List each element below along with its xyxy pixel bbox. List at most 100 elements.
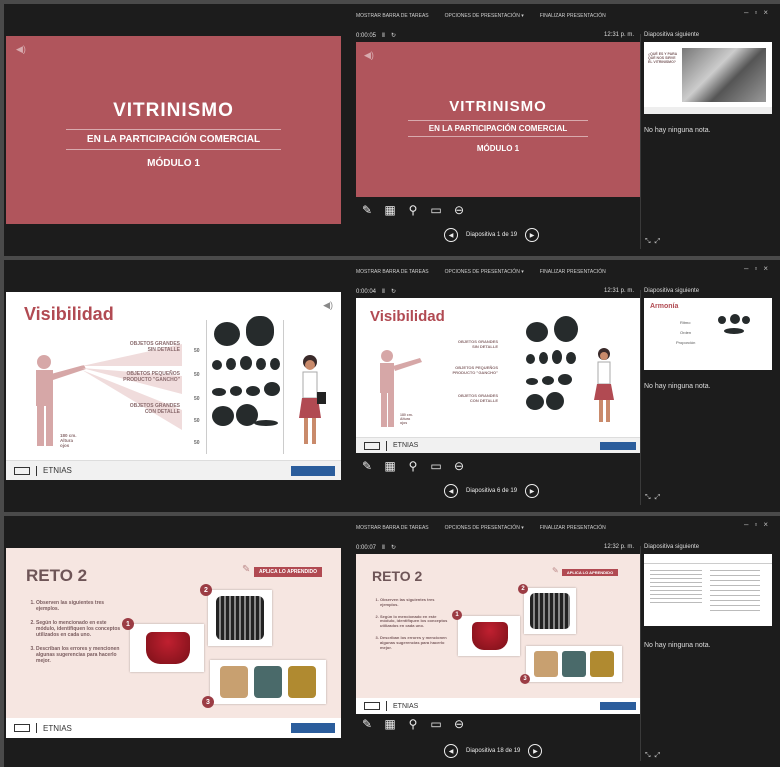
pause-icon[interactable]: Ⅱ — [382, 32, 385, 39]
footer-label: ETNIAS — [393, 442, 419, 449]
end-show-button[interactable]: Finalizar presentación — [540, 269, 606, 275]
grid-icon[interactable]: ▦ — [383, 459, 397, 473]
next-item-1: Ritmo — [680, 320, 691, 325]
options-button[interactable]: Opciones de presentación ▾ — [445, 13, 524, 19]
top-menu: Mostrar barra de tareas Opciones de pres… — [356, 264, 780, 280]
divider — [640, 34, 641, 249]
example-number: 3 — [202, 696, 214, 708]
pause-icon[interactable]: Ⅱ — [382, 288, 385, 295]
notes: No hay ninguna nota. — [644, 642, 711, 649]
zoom-icons[interactable]: ⤡⤢ — [645, 494, 664, 502]
next-slide-label: Diapositiva siguiente — [644, 288, 700, 294]
reset-icon[interactable]: ↻ — [391, 288, 396, 295]
next-slide-thumbnail[interactable]: Armonía Ritmo Orden Proporción — [644, 298, 772, 370]
search-icon[interactable]: ⚲ — [406, 717, 420, 731]
prev-slide-button[interactable]: ◀ — [444, 228, 458, 242]
search-icon[interactable]: ⚲ — [406, 203, 420, 217]
pen-icon[interactable]: ✎ — [360, 459, 374, 473]
vessel — [212, 406, 234, 426]
reset-icon[interactable]: ↻ — [391, 32, 396, 39]
show-taskbar-button[interactable]: Mostrar barra de tareas — [356, 525, 429, 531]
woven-baskets — [216, 596, 264, 640]
next-slide-footer — [644, 107, 772, 114]
vessel — [246, 386, 260, 396]
top-menu: Mostrar barra de tareas Opciones de pres… — [356, 520, 780, 536]
prev-slide-button[interactable]: ◀ — [444, 744, 458, 758]
grid-icon[interactable]: ▦ — [383, 717, 397, 731]
next-slide-photo — [682, 48, 766, 102]
options-button[interactable]: Opciones de presentación ▾ — [445, 525, 524, 531]
person-silhouette — [36, 355, 86, 446]
toolbar: ✎ ▦ ⚲ ▭ ⊖ — [360, 459, 466, 473]
slide-subtitle: EN LA PARTICIPACIÓN COMERCIAL — [428, 124, 568, 133]
more-icon[interactable]: ⊖ — [452, 459, 466, 473]
notes: No hay ninguna nota. — [644, 383, 711, 390]
clock: 12:31 p. m. — [604, 288, 635, 294]
slide-title: Visibilidad — [370, 308, 445, 325]
screen-icon[interactable]: ▭ — [429, 459, 443, 473]
next-item-2: Orden — [680, 330, 692, 335]
apply-badge: APLICA LO APRENDIDO — [254, 567, 322, 577]
presenter-slide: ◀) VITRINISMO EN LA PARTICIPACIÓN COMERC… — [356, 42, 640, 197]
bags-2 — [254, 666, 282, 698]
next-slide-button[interactable]: ▶ — [525, 228, 540, 242]
zoom-icons[interactable]: ⤡⤢ — [645, 238, 664, 246]
gov-logo — [291, 466, 335, 476]
grid-icon[interactable]: ▦ — [383, 203, 397, 217]
bags-1 — [534, 651, 558, 677]
next-slide-thumbnail[interactable] — [644, 554, 772, 626]
screen-icon[interactable]: ▭ — [429, 717, 443, 731]
window-controls[interactable]: –▫× — [744, 520, 774, 529]
footer-label: ETNIAS — [43, 723, 72, 733]
vessel — [566, 352, 576, 364]
instruction-item: Observen las siguientes tres ejemplos. — [36, 600, 122, 612]
show-taskbar-button[interactable]: Mostrar barra de tareas — [356, 13, 429, 19]
more-icon[interactable]: ⊖ — [452, 203, 466, 217]
presenter-window-1: Mostrar barra de tareas Opciones de pres… — [4, 4, 780, 256]
slide-title: Visibilidad — [24, 304, 114, 324]
vessel — [546, 392, 564, 410]
instruction-item: Observen las siguientes tres ejemplos. — [380, 597, 452, 608]
title-rule — [66, 129, 281, 130]
next-slide-button[interactable]: ▶ — [528, 744, 543, 758]
next-slide-text-block — [650, 570, 702, 606]
reset-icon[interactable]: ↻ — [391, 544, 396, 551]
vessel — [212, 388, 226, 396]
search-icon[interactable]: ⚲ — [406, 459, 420, 473]
next-slide-thumbnail[interactable]: ¿QUÉ ES Y PARA QUÉ NOS SIRVE EL VITRINIS… — [644, 42, 772, 114]
presenter-window-2: Mostrar barra de tareas Opciones de pres… — [4, 260, 780, 512]
vessel — [230, 386, 242, 396]
options-button[interactable]: Opciones de presentación ▾ — [445, 269, 524, 275]
zoom-icons[interactable]: ⤡⤢ — [645, 752, 664, 760]
screen-icon[interactable]: ▭ — [429, 203, 443, 217]
more-icon[interactable]: ⊖ — [452, 717, 466, 731]
next-slide-text-block — [710, 570, 760, 614]
pen-icon[interactable]: ✎ — [360, 717, 374, 731]
instruction-item: Según lo mencionado en este módulo, iden… — [380, 614, 452, 629]
end-show-button[interactable]: Finalizar presentación — [540, 525, 606, 531]
window-controls[interactable]: –▫× — [744, 264, 774, 273]
shelf-label-middle: OBJETOS PEQUEÑOS PRODUCTO "GANCHO" — [452, 365, 499, 375]
divider — [640, 546, 641, 761]
prev-slide-button[interactable]: ◀ — [444, 484, 458, 498]
title-rule — [408, 120, 588, 121]
pen-icon[interactable]: ✎ — [360, 203, 374, 217]
speaker-icon: ◀) — [16, 44, 26, 54]
pause-icon[interactable]: Ⅱ — [382, 544, 385, 551]
show-taskbar-button[interactable]: Mostrar barra de tareas — [356, 269, 429, 275]
end-show-button[interactable]: Finalizar presentación — [540, 13, 606, 19]
next-slide-button[interactable]: ▶ — [525, 484, 540, 498]
example-photo-2 — [524, 588, 576, 634]
woven-baskets — [530, 593, 570, 629]
slide-footer: ETNIAS — [356, 698, 640, 714]
presenter-slide: Visibilidad OBJETOS GRANDES SIN DETALLE … — [356, 298, 640, 453]
footer-separator — [36, 723, 37, 733]
shelf-label-top: OBJETOS GRANDES SIN DETALLE — [129, 341, 180, 353]
timer: 0:00:05 Ⅱ ↻ — [356, 32, 397, 40]
footer-label: ETNIAS — [43, 466, 72, 475]
girl-illustration — [594, 348, 614, 422]
vessel — [526, 378, 538, 385]
bags-2 — [562, 651, 586, 677]
window-controls[interactable]: –▫× — [744, 8, 774, 17]
vessel — [718, 316, 726, 324]
